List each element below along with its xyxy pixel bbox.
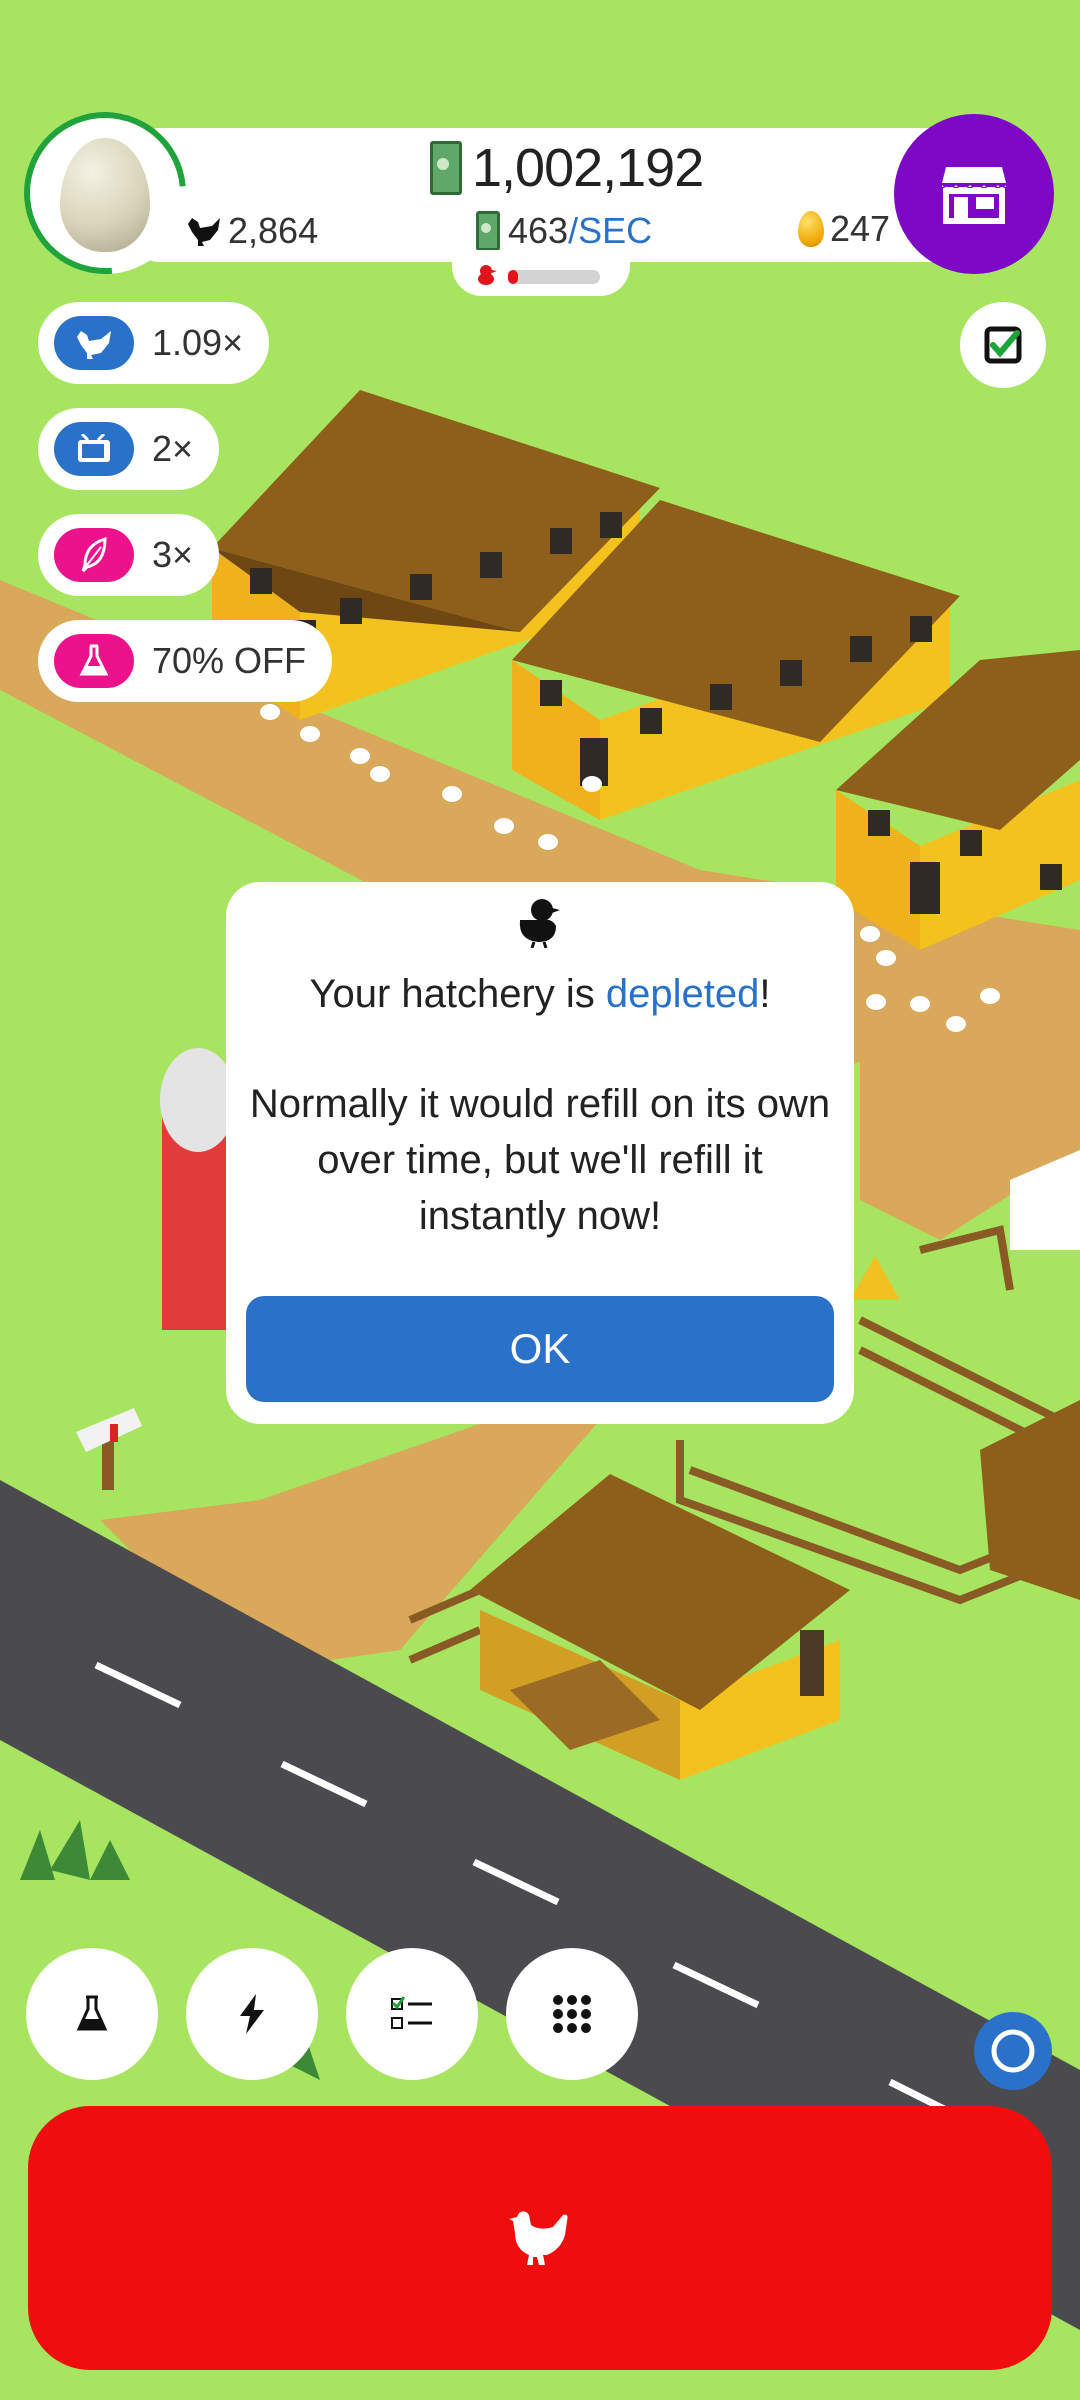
store-icon [942, 167, 1006, 224]
missions-checkbox-button[interactable] [960, 302, 1046, 388]
rate-unit: /SEC [568, 210, 653, 251]
chicken-coop [470, 1474, 850, 1780]
dialog-body-line-1: Normally it would refill on its own [249, 1082, 831, 1126]
chicken-icon [54, 316, 134, 370]
money-value: 1,002,192 [472, 138, 704, 198]
red-chick-icon [478, 265, 497, 285]
dialog-title: Your hatchery is depleted! [226, 972, 854, 1017]
golden-eggs: 247 [798, 208, 890, 250]
menu-button[interactable] [506, 1948, 638, 2080]
chicken-icon [509, 2211, 568, 2265]
flask-icon [54, 634, 134, 688]
rate-value: 463 [508, 210, 569, 251]
shop-button[interactable] [894, 114, 1054, 274]
hatchery-depleted-dialog: Your hatchery is depleted! Normally it w… [226, 882, 854, 1424]
boost-label: 1.09× [152, 322, 244, 363]
boost-label: 70% OFF [152, 640, 307, 681]
chicken-silhouette-icon [188, 218, 220, 246]
cash-icon [430, 141, 462, 195]
money-display: 1,002,192 [430, 138, 704, 198]
boost-icon [240, 1994, 264, 2034]
feather-icon [54, 528, 134, 582]
hatchery-fill [508, 270, 518, 284]
dialog-body-line-3: instantly now! [418, 1194, 662, 1238]
hatch-chicken-button[interactable] [28, 2106, 1052, 2370]
cash-small-icon [476, 211, 500, 251]
checkbox-icon [984, 326, 1022, 364]
warning-sign [850, 1256, 900, 1300]
title-suffix: ! [759, 972, 771, 1016]
boost-video-multiplier[interactable]: 2× [38, 408, 220, 490]
tv-icon [54, 422, 134, 476]
silo [160, 1048, 236, 1330]
right-shed [980, 1400, 1080, 1600]
boost-label: 2× [152, 428, 194, 469]
golden-egg-icon [798, 211, 824, 247]
income-rate: 463/SEC [476, 210, 652, 252]
chicken-count: 2,864 [186, 210, 318, 252]
golden-eggs-value: 247 [830, 208, 891, 249]
boosts-button[interactable] [186, 1948, 318, 2080]
hatchery-track [508, 270, 600, 284]
chick-icon [519, 899, 560, 948]
missions-button[interactable] [346, 1948, 478, 2080]
menu-grid-icon [553, 1995, 591, 2033]
depleted-highlight: depleted [605, 972, 760, 1016]
boost-label: 3× [152, 534, 194, 575]
dialog-body-line-2: over time, but we'll refill it [317, 1138, 763, 1182]
title-text: Your hatchery is [309, 972, 606, 1016]
boost-feather-multiplier[interactable]: 3× [38, 514, 220, 596]
missions-icon [391, 1996, 432, 2029]
assistive-touch-button[interactable] [974, 2012, 1052, 2090]
chicken-count-value: 2,864 [228, 210, 319, 251]
ok-button[interactable]: OK [246, 1296, 834, 1402]
boost-chicken-multiplier[interactable]: 1.09× [38, 302, 270, 384]
mailbox [76, 1408, 142, 1490]
boost-research-discount[interactable]: 70% OFF [38, 620, 333, 702]
research-icon [76, 1995, 108, 2031]
research-button[interactable] [26, 1948, 158, 2080]
ring-icon [991, 2029, 1035, 2073]
